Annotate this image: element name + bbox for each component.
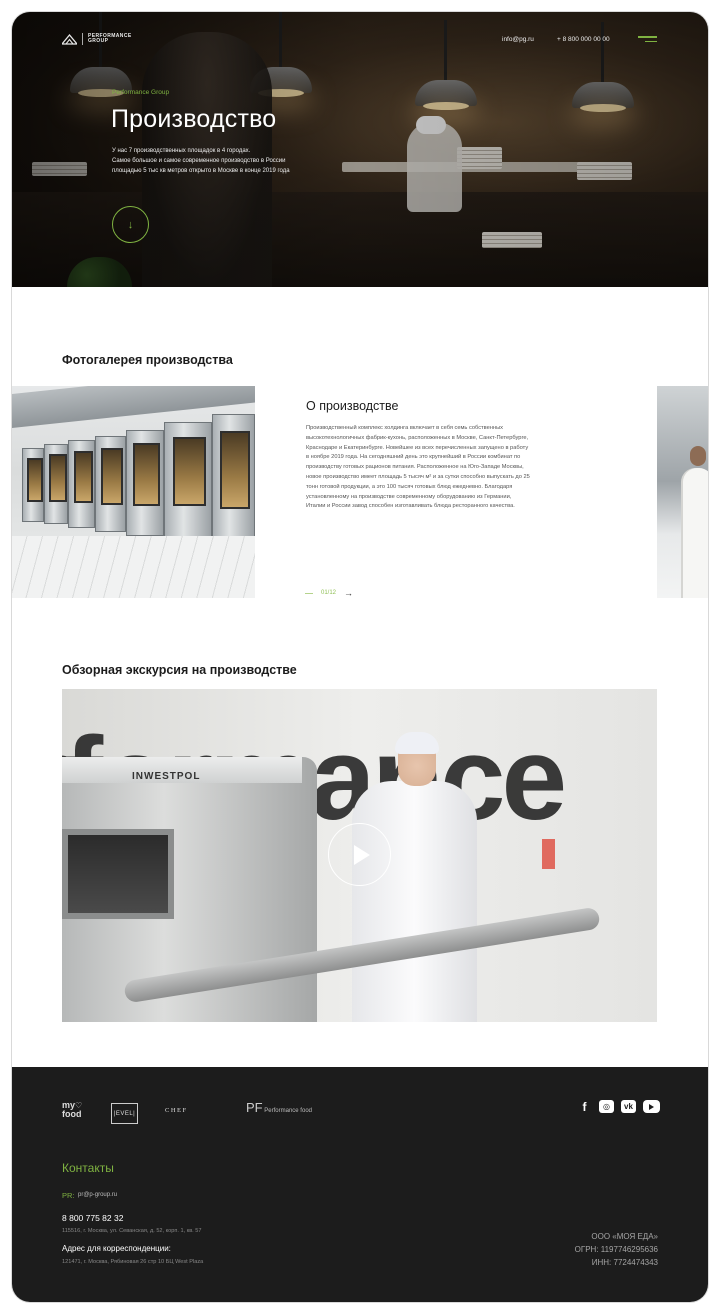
about-text-line: установленному на производстве современн…: [306, 493, 512, 500]
about-text-line: тонн готовой продукции, а это 100 тысяч …: [306, 483, 513, 490]
header-email-link[interactable]: info@pg.ru: [502, 36, 534, 43]
vk-icon[interactable]: vk: [621, 1100, 636, 1113]
page-frame: PERFORMANCE GROUP info@pg.ru + 8 800 000…: [12, 12, 708, 1302]
gallery-photo-next[interactable]: [657, 386, 708, 598]
burger-menu-icon[interactable]: [638, 36, 657, 44]
logo-separator: [82, 33, 83, 45]
hero-description-line: площадью 5 тыс кв метров открыто в Москв…: [112, 168, 290, 174]
page-title: Производство: [111, 105, 277, 133]
about-text-line: Производственный комплекс холдинга включ…: [306, 425, 503, 431]
legal-address: 115516, г. Москва, ул. Севанская, д. 52,…: [62, 1228, 202, 1234]
social-links: f ◎ vk: [577, 1100, 660, 1114]
video-title: Обзорная экскурсия на производстве: [62, 663, 297, 677]
company-name: ООО «МОЯ ЕДА»: [591, 1232, 658, 1241]
combi-oven: [95, 436, 126, 532]
hero-description-line: Самое большое и самое современное произв…: [112, 158, 286, 164]
facebook-icon[interactable]: f: [577, 1100, 592, 1114]
presenter-figure: [352, 781, 477, 1022]
machine-window: [62, 829, 174, 919]
myfood-logo-line2: food: [62, 1109, 82, 1119]
about-text-line: производству готовых рационов питания. Р…: [306, 464, 524, 471]
about-title: О производстве: [306, 399, 399, 413]
pager-counter: 01/12: [321, 590, 337, 596]
about-text-line: в ноябре 2019 года. На сегодняшний день …: [306, 454, 521, 461]
arrow-down-icon: ↓: [127, 218, 134, 231]
myfood-logo[interactable]: my♡ food: [62, 1101, 82, 1119]
chef-figure: [683, 468, 708, 598]
about-text: Производственный комплекс холдинга включ…: [306, 424, 576, 512]
pf-text: Performance food: [264, 1108, 312, 1114]
about-text-line: новое производство имеет площадь 5 тысяч…: [306, 473, 530, 480]
gallery-title: Фотогалерея производства: [62, 353, 233, 367]
contacts-title: Контакты: [62, 1161, 114, 1175]
footer: my♡ food |EVEL| CHEF PF Performance food…: [12, 1067, 708, 1302]
logo-icon: [62, 33, 77, 45]
combi-oven: [164, 422, 212, 540]
chef-head: [690, 446, 706, 466]
play-icon[interactable]: [328, 823, 391, 886]
scroll-down-button[interactable]: ↓: [112, 206, 149, 243]
legal-info: ООО «МОЯ ЕДА» ОГРН: 1197746295636 ИНН: 7…: [575, 1230, 658, 1269]
logo-text: PERFORMANCE GROUP: [88, 33, 132, 45]
gallery-photo-current[interactable]: [12, 386, 255, 598]
pr-email-link[interactable]: pr@p-group.ru: [78, 1192, 117, 1198]
arrow-right-icon[interactable]: →: [344, 588, 353, 598]
hero-kicker: Performance Group: [112, 89, 170, 96]
tiled-floor: [12, 536, 255, 598]
gallery-pager: 01/12 →: [305, 588, 353, 598]
chef-logo[interactable]: CHEF: [165, 1107, 188, 1114]
performance-food-logo[interactable]: PF Performance food: [246, 1101, 312, 1114]
pf-mark: PF: [246, 1100, 263, 1115]
footer-phone-link[interactable]: 8 800 775 82 32: [62, 1213, 123, 1223]
combi-oven: [68, 440, 95, 528]
instagram-icon[interactable]: ◎: [599, 1100, 614, 1113]
wall-accent: [542, 839, 555, 869]
combi-oven: [126, 430, 164, 536]
hero-description: У нас 7 производственных площадок в 4 го…: [112, 146, 322, 176]
hero-section: PERFORMANCE GROUP info@pg.ru + 8 800 000…: [12, 12, 708, 287]
ogrn: ОГРН: 1197746295636: [574, 1245, 658, 1254]
pager-dash: [305, 592, 313, 594]
pr-label: PR:: [62, 1191, 75, 1200]
correspondence-address: 121471, г. Москва, Рябиновая 26 стр 10 Б…: [62, 1259, 204, 1265]
level-kitchen-logo[interactable]: |EVEL|: [111, 1103, 138, 1124]
about-text-line: Италии и России завод способен изготавли…: [306, 503, 515, 510]
logo-text-line2: GROUP: [88, 38, 109, 44]
about-text-line: высокотехнологичных фабрик-кухонь, распо…: [306, 434, 529, 441]
correspondence-label: Адрес для корреспонденции:: [62, 1244, 171, 1253]
header-phone-link[interactable]: + 8 800 000 00 00: [557, 36, 610, 43]
video-player[interactable]: rformance INWESTPOL: [62, 689, 657, 1022]
site-logo[interactable]: PERFORMANCE GROUP: [62, 33, 132, 45]
youtube-icon[interactable]: [643, 1100, 660, 1113]
combi-oven: [44, 444, 68, 524]
combi-oven: [22, 448, 44, 522]
combi-oven: [212, 414, 255, 548]
machine-label: INWESTPOL: [132, 771, 201, 782]
hero-description-line: У нас 7 производственных площадок в 4 го…: [112, 148, 251, 154]
inn: ИНН: 7724474343: [591, 1258, 658, 1267]
about-text-line: Краснодаре и Екатеринбурге. Новейшее из …: [306, 444, 529, 451]
presenter-cap: [395, 732, 439, 754]
